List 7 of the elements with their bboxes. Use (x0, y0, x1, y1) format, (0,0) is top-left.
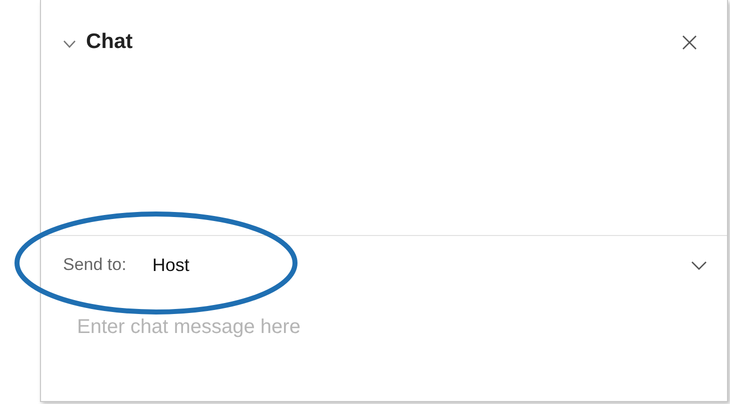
message-input-field[interactable]: Enter chat message here (77, 310, 677, 344)
recipient-dropdown-value[interactable]: Host (152, 252, 190, 278)
chevron-down-icon[interactable] (63, 40, 76, 48)
panel-title: Chat (86, 29, 133, 56)
send-to-label: Send to: (63, 254, 126, 276)
close-icon[interactable] (682, 34, 697, 50)
chevron-down-icon[interactable] (691, 260, 707, 270)
